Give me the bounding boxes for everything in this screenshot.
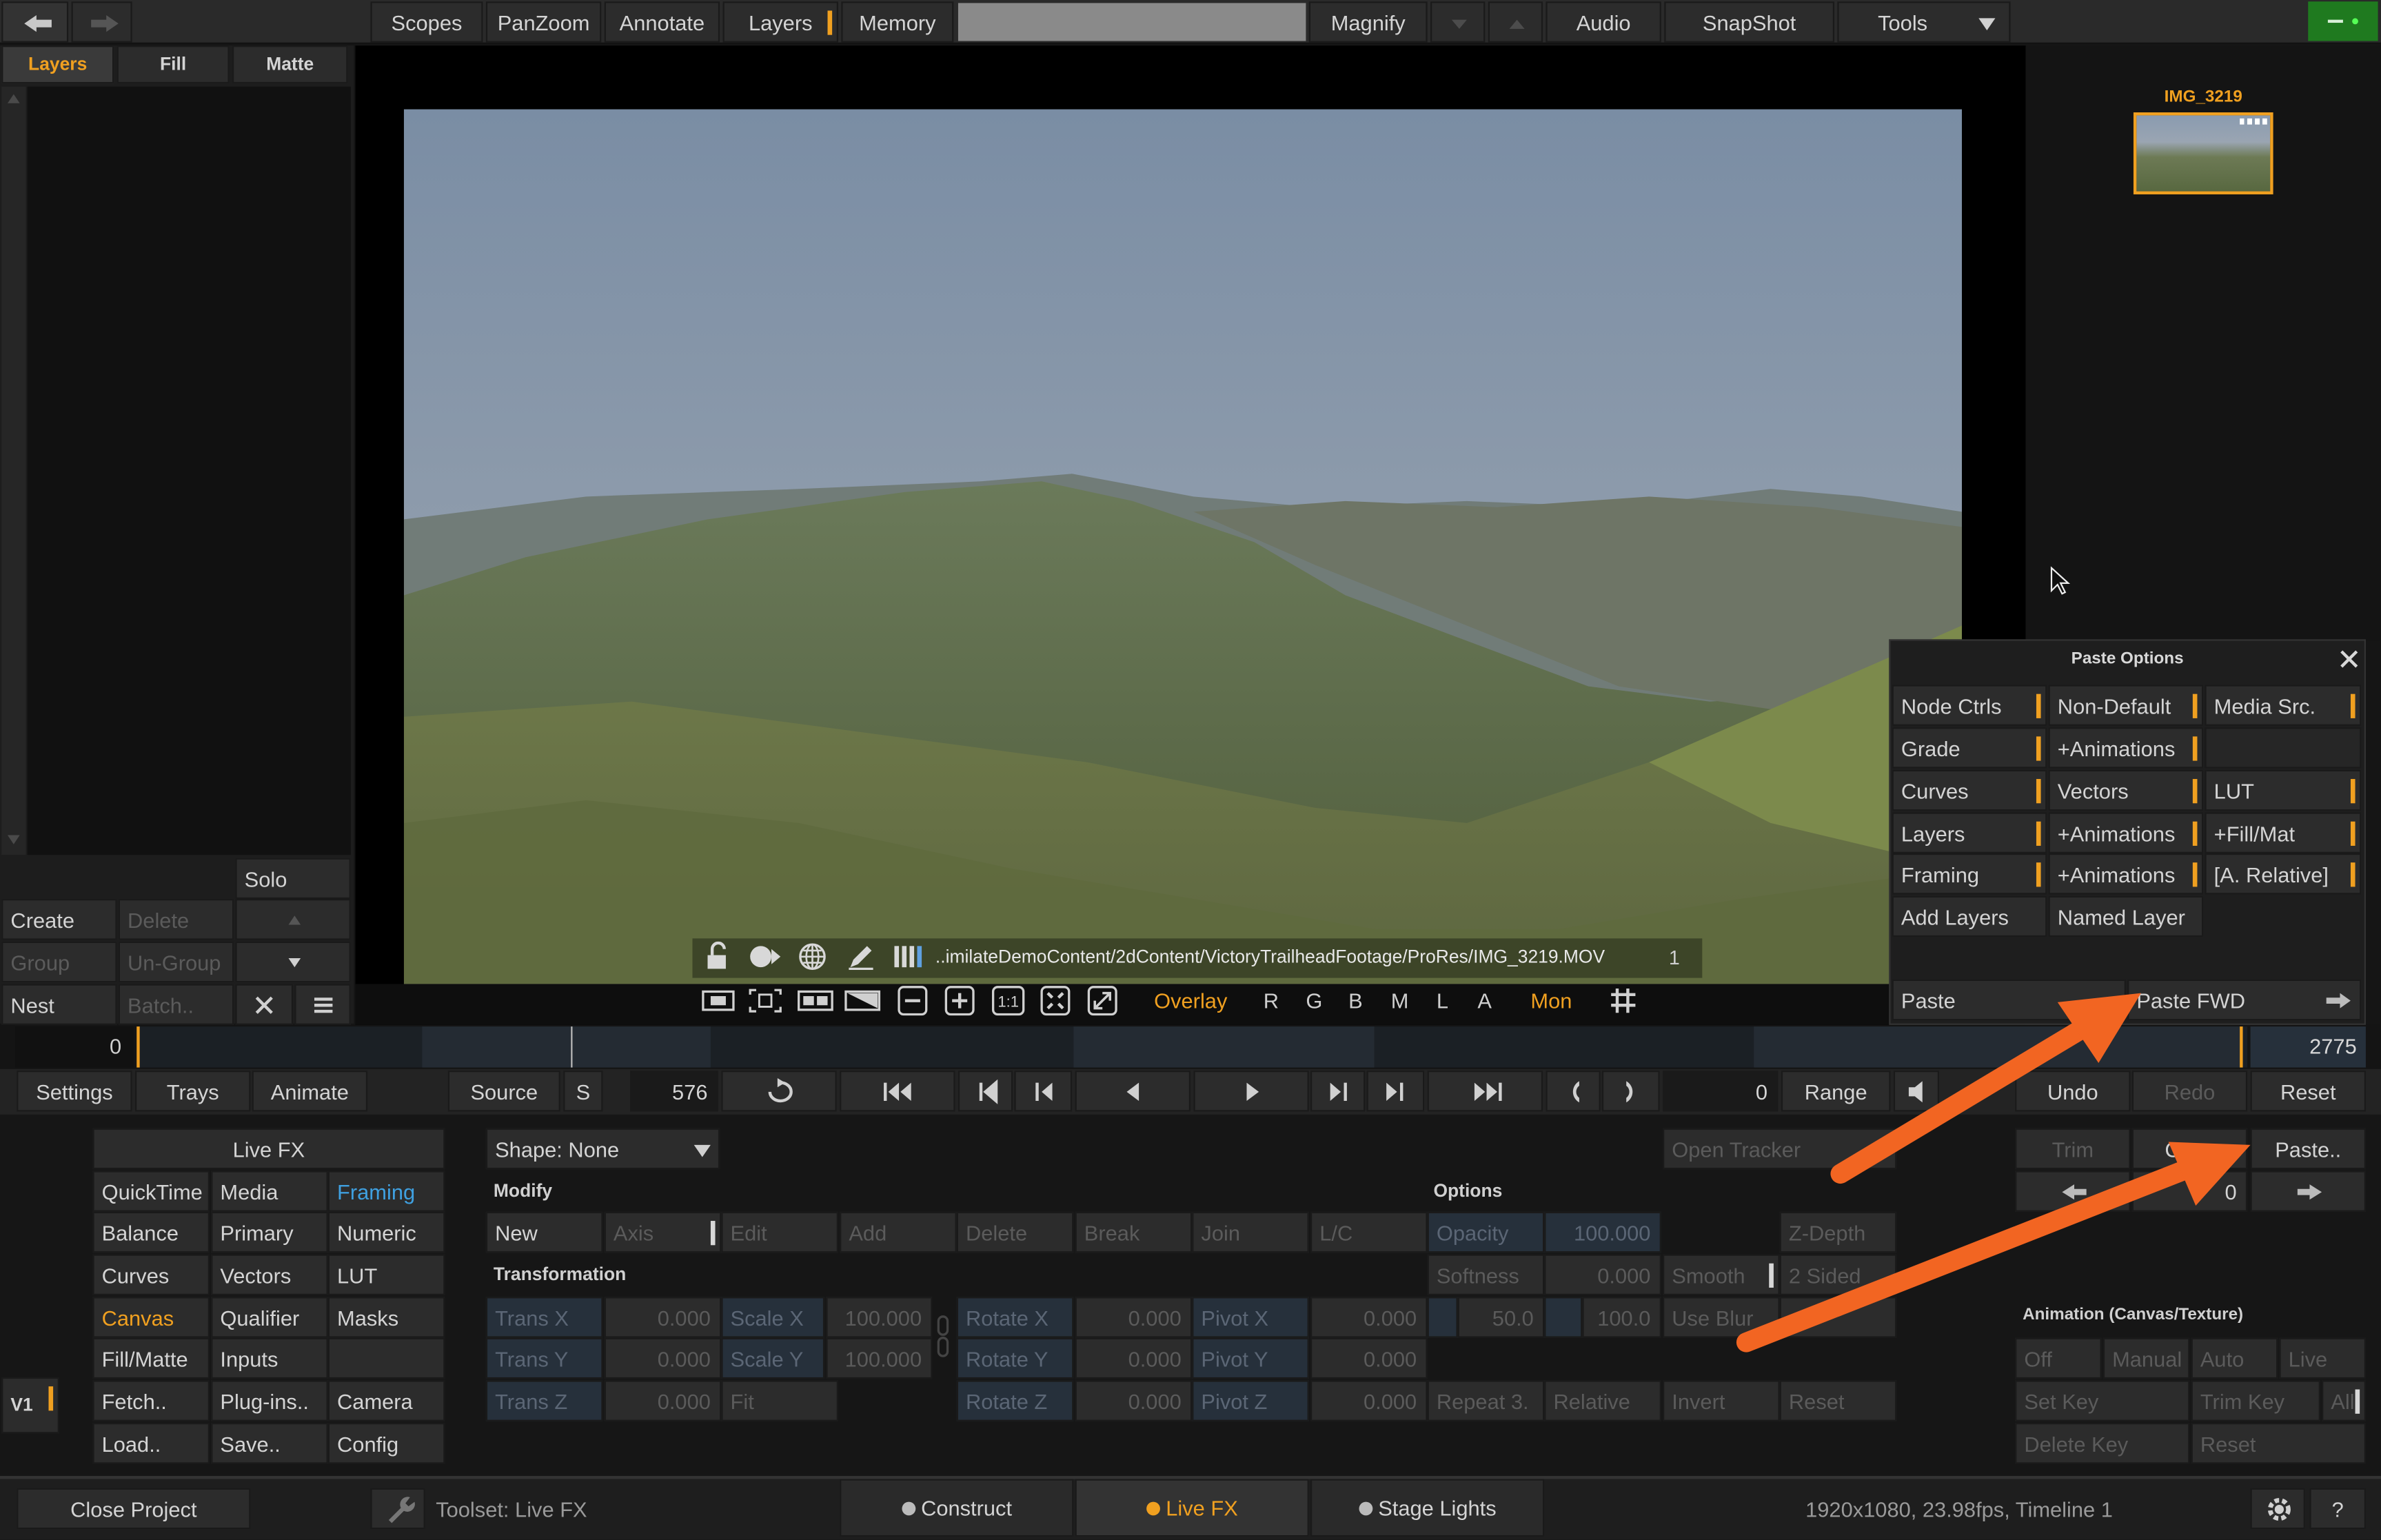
wrench-icon <box>388 1497 415 1523</box>
settings-button[interactable] <box>2250 1488 2305 1530</box>
status-text: 1920x1080, 23.98fps, Timeline 1 <box>1805 1497 2113 1522</box>
toolset-label: Toolset: Live FX <box>436 1497 587 1522</box>
tab-construct[interactable]: Construct <box>840 1479 1074 1537</box>
construct-dot-icon <box>901 1501 915 1516</box>
close-project-button[interactable]: Close Project <box>17 1488 251 1530</box>
livefx-dot-icon <box>1146 1501 1160 1516</box>
construct-label: Construct <box>921 1495 1013 1521</box>
help-button[interactable]: ? <box>2309 1488 2366 1530</box>
annotation-arrows <box>1736 993 2251 1352</box>
gear-icon <box>2267 1498 2291 1521</box>
stage-lights-dot-icon <box>1358 1501 1372 1516</box>
stage-lights-label: Stage Lights <box>1378 1495 1497 1521</box>
tab-livefx[interactable]: Live FX <box>1075 1479 1309 1537</box>
toolset-button[interactable] <box>370 1488 425 1530</box>
livefx-label: Live FX <box>1166 1495 1238 1521</box>
tab-stage-lights[interactable]: Stage Lights <box>1310 1479 1545 1537</box>
